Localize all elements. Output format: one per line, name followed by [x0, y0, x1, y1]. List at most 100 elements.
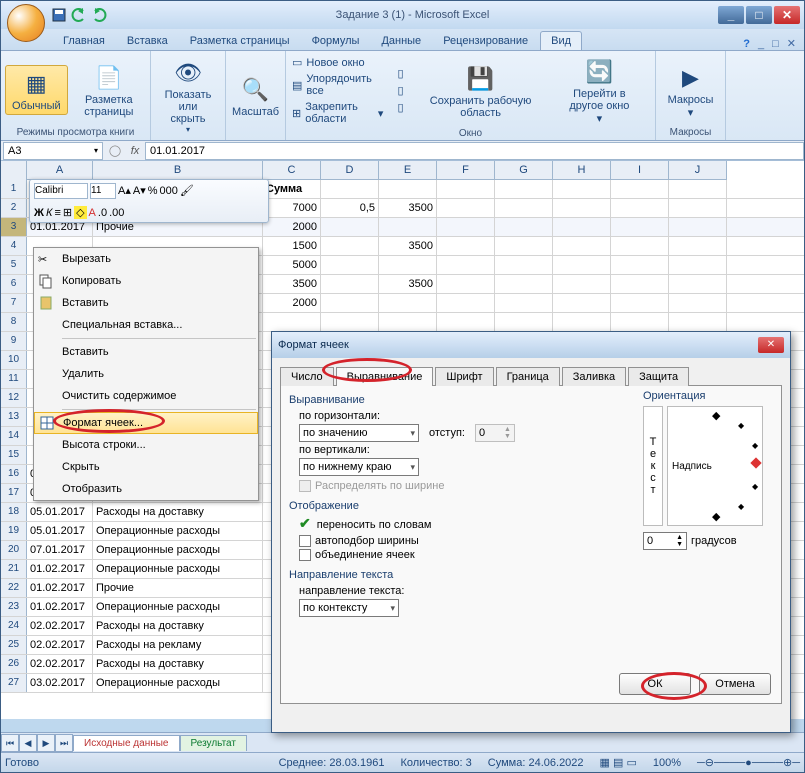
percent-icon[interactable]: % [148, 185, 158, 197]
cell[interactable]: Расходы на рекламу [93, 636, 263, 654]
font-color-icon[interactable]: A [89, 207, 96, 219]
unhide-button[interactable]: ▯ [395, 100, 405, 115]
row-header[interactable]: 27 [1, 674, 27, 692]
view-buttons[interactable]: ▦ ▤ ▭ [600, 756, 637, 769]
sheet-nav-first[interactable]: ⏮ [1, 734, 19, 752]
row-header[interactable]: 18 [1, 503, 27, 521]
row-header[interactable]: 14 [1, 427, 27, 445]
fill-color-icon[interactable]: ◇ [74, 206, 86, 219]
cell[interactable]: 07.01.2017 [27, 541, 93, 559]
name-box[interactable]: A3▾ [3, 142, 103, 160]
sheet-nav-prev[interactable]: ◀ [19, 734, 37, 752]
bold-icon[interactable]: Ж [34, 207, 44, 219]
cell[interactable] [611, 199, 669, 217]
degrees-spinner[interactable]: 0▲▼ [643, 532, 687, 550]
row-header[interactable]: 10 [1, 351, 27, 369]
view-normal-button[interactable]: ▦ Обычный [5, 65, 68, 115]
dlg-tab-number[interactable]: Число [280, 367, 334, 386]
row-header[interactable]: 9 [1, 332, 27, 350]
row-header[interactable]: 1 [1, 180, 27, 198]
cell[interactable] [437, 199, 495, 217]
tab-review[interactable]: Рецензирование [433, 32, 538, 50]
col-header-F[interactable]: F [437, 161, 495, 180]
cell[interactable] [379, 218, 437, 236]
cell[interactable]: Операционные расходы [93, 598, 263, 616]
cell[interactable] [495, 313, 553, 331]
cell[interactable] [553, 218, 611, 236]
cell[interactable] [495, 218, 553, 236]
cell[interactable] [379, 294, 437, 312]
mdi-close-icon[interactable]: ✕ [787, 37, 796, 50]
row-header[interactable]: 7 [1, 294, 27, 312]
col-header-G[interactable]: G [495, 161, 553, 180]
cell[interactable] [495, 199, 553, 217]
italic-icon[interactable]: К [46, 207, 52, 219]
cell[interactable]: 2000 [263, 218, 321, 236]
cell[interactable]: 05.01.2017 [27, 503, 93, 521]
cell[interactable] [553, 237, 611, 255]
cell[interactable] [611, 313, 669, 331]
ctx-format-cells[interactable]: Формат ячеек... [34, 412, 258, 434]
cell[interactable] [611, 237, 669, 255]
mdi-minimize-icon[interactable]: _ [758, 38, 764, 50]
text-direction-select[interactable]: по контексту▾ [299, 599, 399, 617]
cell[interactable] [669, 237, 727, 255]
cell[interactable]: 01.02.2017 [27, 598, 93, 616]
sheet-nav-last[interactable]: ⏭ [55, 734, 73, 752]
cell[interactable] [553, 199, 611, 217]
cell[interactable]: Расходы на доставку [93, 617, 263, 635]
row-header[interactable]: 25 [1, 636, 27, 654]
close-button[interactable]: ✕ [774, 6, 800, 24]
cell[interactable]: 01.02.2017 [27, 560, 93, 578]
cell[interactable] [495, 180, 553, 198]
row-header[interactable]: 15 [1, 446, 27, 464]
cell[interactable] [669, 218, 727, 236]
cell[interactable] [263, 313, 321, 331]
ctx-row-height[interactable]: Высота строки... [34, 434, 258, 456]
cell[interactable]: Операционные расходы [93, 560, 263, 578]
freeze-panes-button[interactable]: ⊞Закрепить области ▾ [290, 100, 385, 126]
cell[interactable] [437, 313, 495, 331]
row-header[interactable]: 2 [1, 199, 27, 217]
decrease-decimal-icon[interactable]: .0 [98, 207, 107, 219]
cell[interactable] [495, 275, 553, 293]
cell[interactable] [321, 294, 379, 312]
save-icon[interactable] [51, 7, 67, 23]
col-header-E[interactable]: E [379, 161, 437, 180]
redo-icon[interactable] [91, 7, 107, 23]
align-icon[interactable]: ≡ [54, 207, 60, 219]
zoom-level[interactable]: 100% [653, 757, 681, 769]
cell[interactable]: 1500 [263, 237, 321, 255]
sheet-tab-result[interactable]: Результат [180, 735, 247, 751]
sheet-nav-next[interactable]: ▶ [37, 734, 55, 752]
border-icon[interactable]: ⊞ [63, 206, 72, 219]
cell[interactable] [553, 180, 611, 198]
cell[interactable] [669, 256, 727, 274]
ctx-unhide[interactable]: Отобразить [34, 478, 258, 500]
minimize-button[interactable]: _ [718, 6, 744, 24]
cell[interactable] [669, 313, 727, 331]
dlg-tab-fill[interactable]: Заливка [562, 367, 626, 386]
cell[interactable] [321, 180, 379, 198]
ok-button[interactable]: ОК [619, 673, 691, 695]
hide-button[interactable]: ▯ [395, 83, 405, 98]
cell[interactable] [437, 256, 495, 274]
cell[interactable] [611, 218, 669, 236]
row-header[interactable]: 21 [1, 560, 27, 578]
switch-windows-button[interactable]: 🔄Перейти в другое окно ▾ [548, 53, 651, 128]
fx-icon[interactable]: fx [125, 145, 145, 157]
cell[interactable]: Операционные расходы [93, 674, 263, 692]
cell[interactable]: 0,5 [321, 199, 379, 217]
row-header[interactable]: 8 [1, 313, 27, 331]
cell[interactable] [669, 275, 727, 293]
formula-bar[interactable]: 01.01.2017 [145, 142, 804, 160]
office-button[interactable] [7, 4, 45, 42]
comma-icon[interactable]: 000 [160, 185, 178, 197]
tab-view[interactable]: Вид [540, 31, 582, 50]
row-header[interactable]: 6 [1, 275, 27, 293]
horizontal-align-select[interactable]: по значению▾ [299, 424, 419, 442]
cell[interactable] [611, 275, 669, 293]
row-header[interactable]: 26 [1, 655, 27, 673]
cell[interactable] [553, 256, 611, 274]
cell[interactable] [437, 294, 495, 312]
